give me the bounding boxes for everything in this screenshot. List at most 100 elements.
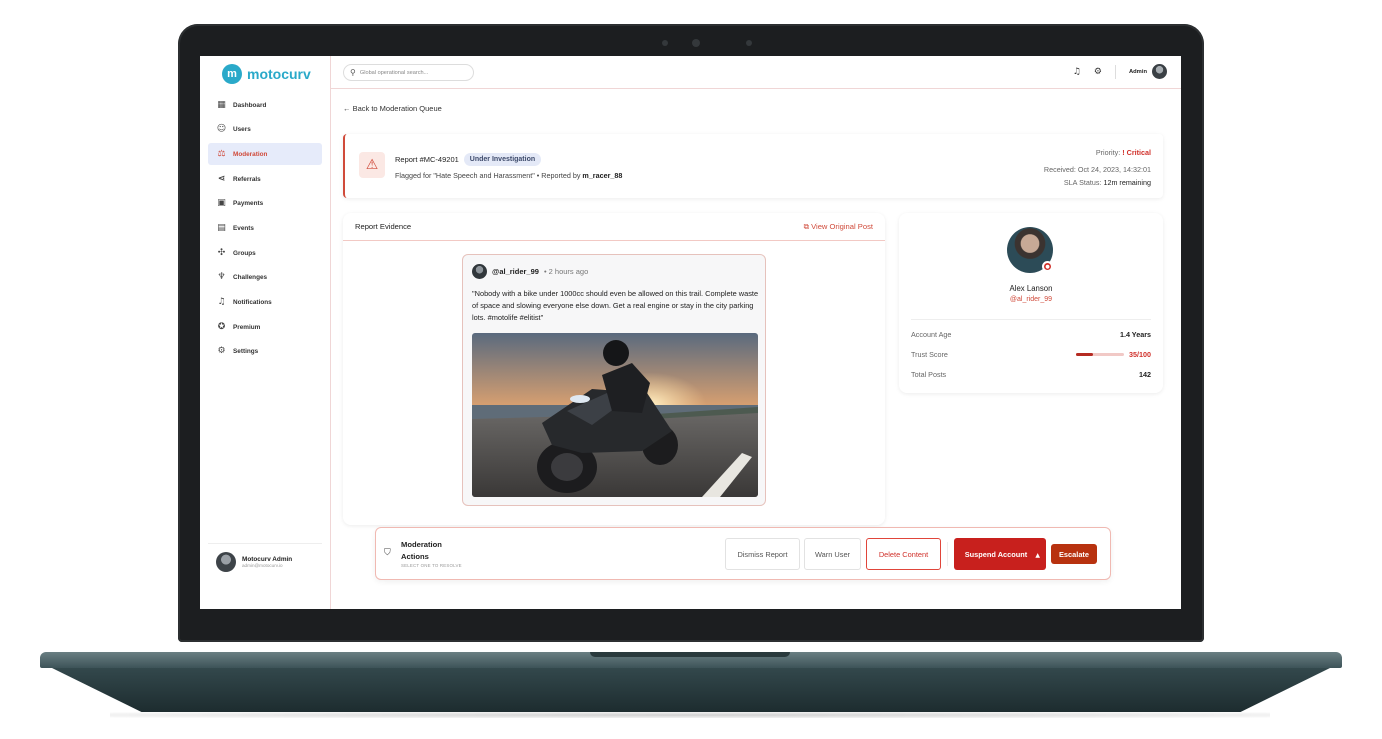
received-time: Received: Oct 24, 2023, 14:32:01 <box>1043 165 1151 174</box>
post-image <box>472 333 758 497</box>
bell-icon[interactable]: ♫ <box>1073 67 1081 77</box>
sidebar-user-email: admin@motocurv.io <box>242 563 283 568</box>
evidence-title: Report Evidence <box>355 222 412 231</box>
logo[interactable]: m motocurv <box>222 64 311 84</box>
bell-icon: ♫ <box>217 297 226 307</box>
total-posts-label: Total Posts <box>911 370 947 379</box>
warn-user-button[interactable]: Warn User <box>804 538 861 570</box>
account-age-row: Account Age 1.4 Years <box>911 330 1151 339</box>
laptop-base-lower <box>52 668 1330 712</box>
sensor-dot <box>746 40 752 46</box>
app-name: motocurv <box>247 66 311 82</box>
sla-label: SLA Status: <box>1063 178 1102 187</box>
chevron-up-icon[interactable]: ▲ <box>1035 550 1040 561</box>
payments-icon: ▣ <box>217 198 226 209</box>
trust-score-fill <box>1076 353 1093 356</box>
camera-lens <box>692 39 700 47</box>
post-username[interactable]: @al_rider_99 <box>492 267 539 276</box>
priority-label: Priority: <box>1095 148 1121 157</box>
laptop-hinge <box>590 652 790 657</box>
sidebar-item-dashboard[interactable]: ▦ Dashboard <box>208 94 322 116</box>
sidebar-item-label: Settings <box>233 348 259 356</box>
reported-post: @al_rider_99 • 2 hours ago "Nobody with … <box>462 254 766 506</box>
total-posts-row: Total Posts 142 <box>911 370 1151 379</box>
sidebar-item-moderation[interactable]: ⚖ Moderation <box>208 143 322 166</box>
admin-avatar[interactable] <box>1152 64 1167 79</box>
trust-score-bar <box>1076 353 1125 356</box>
sidebar-item-referrals[interactable]: ⋖ Referrals <box>208 168 322 190</box>
sidebar-item-label: Dashboard <box>233 101 267 109</box>
shield-icon: ⛉ <box>384 548 391 558</box>
report-id: Report #MC-49201 <box>395 155 459 164</box>
total-posts-value: 142 <box>1139 370 1151 379</box>
dashboard-icon: ▦ <box>217 99 226 110</box>
user-name: Alex Lanson <box>1009 284 1053 293</box>
sidebar-item-users[interactable]: ☺ Users <box>208 119 322 141</box>
sidebar-item-label: Payments <box>233 200 264 208</box>
flag-badge-icon: ● <box>1042 261 1053 272</box>
sidebar-item-label: Moderation <box>233 150 268 158</box>
post-header: @al_rider_99 • 2 hours ago <box>472 264 588 279</box>
flag-reason: Flagged for "Hate Speech and Harassment"… <box>395 171 581 180</box>
sidebar-item-settings[interactable]: ⚙ Settings <box>208 341 322 363</box>
logo-mark-icon: m <box>222 64 242 84</box>
user-handle[interactable]: @al_rider_99 <box>899 296 1163 303</box>
account-age-value: 1.4 Years <box>1119 330 1151 339</box>
delete-content-button[interactable]: Delete Content <box>866 538 941 570</box>
sidebar-item-label: Referrals <box>233 175 261 183</box>
dismiss-report-button[interactable]: Dismiss Report <box>725 538 800 570</box>
report-header-card: ⚠ Report #MC-49201 Under Investigation F… <box>343 134 1163 198</box>
back-link[interactable]: ← Back to Moderation Queue <box>343 104 442 113</box>
post-text: "Nobody with a bike under 1000cc should … <box>472 289 759 322</box>
sidebar-user[interactable]: Motocurv Admin admin@motocurv.io <box>208 543 322 572</box>
sidebar-item-premium[interactable]: ✪ Premium <box>208 316 322 338</box>
settings-icon[interactable]: ⚙ <box>1094 67 1102 77</box>
users-icon: ☺ <box>216 124 227 135</box>
sidebar-item-label: Groups <box>233 249 256 257</box>
sidebar-item-label: Events <box>233 224 254 232</box>
warning-icon: ⚠ <box>359 152 385 178</box>
report-subtitle: Flagged for "Hate Speech and Harassment"… <box>395 171 622 180</box>
divider <box>1114 64 1116 79</box>
divider <box>911 319 1151 320</box>
actions-hint: SELECT ONE TO RESOLVE <box>401 563 462 568</box>
search-input[interactable]: ⚲ Global operational search... <box>343 64 474 81</box>
settings-icon: ⚙ <box>217 346 226 357</box>
post-avatar <box>472 264 487 279</box>
view-original-post-link[interactable]: ⧉ View Original Post <box>804 222 873 232</box>
trophy-icon: ♆ <box>217 272 226 283</box>
topbar-actions: ♫ ⚙ Admin <box>1073 64 1167 79</box>
escalate-button[interactable]: Escalate <box>1051 544 1097 564</box>
calendar-icon: ▤ <box>217 222 226 233</box>
topbar: ⚲ Global operational search... ♫ ⚙ Admin <box>331 56 1181 89</box>
sidebar-item-label: Premium <box>233 323 261 331</box>
sidebar-item-groups[interactable]: ✣ Groups <box>208 242 322 264</box>
moderation-actions-bar: ⛉ Moderation Actions SELECT ONE TO RESOL… <box>375 527 1111 580</box>
sidebar-item-label: Challenges <box>233 274 268 282</box>
admin-label[interactable]: Admin <box>1129 69 1147 75</box>
avatar <box>216 552 236 572</box>
laptop-shadow <box>110 712 1270 718</box>
groups-icon: ✣ <box>217 247 226 258</box>
sidebar-item-notifications[interactable]: ♫ Notifications <box>208 292 322 314</box>
sidebar-nav: ▦ Dashboard ☺ Users ⚖ Moderation ⋖ Referrals ▣ Pa… <box>208 94 322 366</box>
share-icon: ⋖ <box>217 173 226 184</box>
reporter-name[interactable]: m_racer_88 <box>582 171 622 180</box>
camera-dot <box>662 40 668 46</box>
sidebar-item-events[interactable]: ▤ Events <box>208 217 322 239</box>
divider <box>947 542 948 566</box>
report-evidence-panel: Report Evidence ⧉ View Original Post @al… <box>343 213 885 525</box>
suspend-account-button[interactable]: Suspend Account ▲ <box>954 538 1046 570</box>
account-age-label: Account Age <box>911 330 952 339</box>
gavel-icon: ⚖ <box>217 148 226 159</box>
search-placeholder: Global operational search... <box>359 69 429 76</box>
search-icon: ⚲ <box>350 68 356 77</box>
sidebar-item-challenges[interactable]: ♆ Challenges <box>208 267 322 289</box>
suspend-account-label: Suspend Account <box>964 549 1028 559</box>
report-meta: Priority: ! Critical Received: Oct 24, 2… <box>1044 146 1151 189</box>
report-title-row: Report #MC-49201 Under Investigation <box>395 153 542 166</box>
sidebar-item-payments[interactable]: ▣ Payments <box>208 193 322 215</box>
trust-score-label: Trust Score <box>911 350 948 359</box>
sidebar-item-label: Notifications <box>233 299 272 306</box>
sla-value: 12m remaining <box>1103 178 1151 187</box>
